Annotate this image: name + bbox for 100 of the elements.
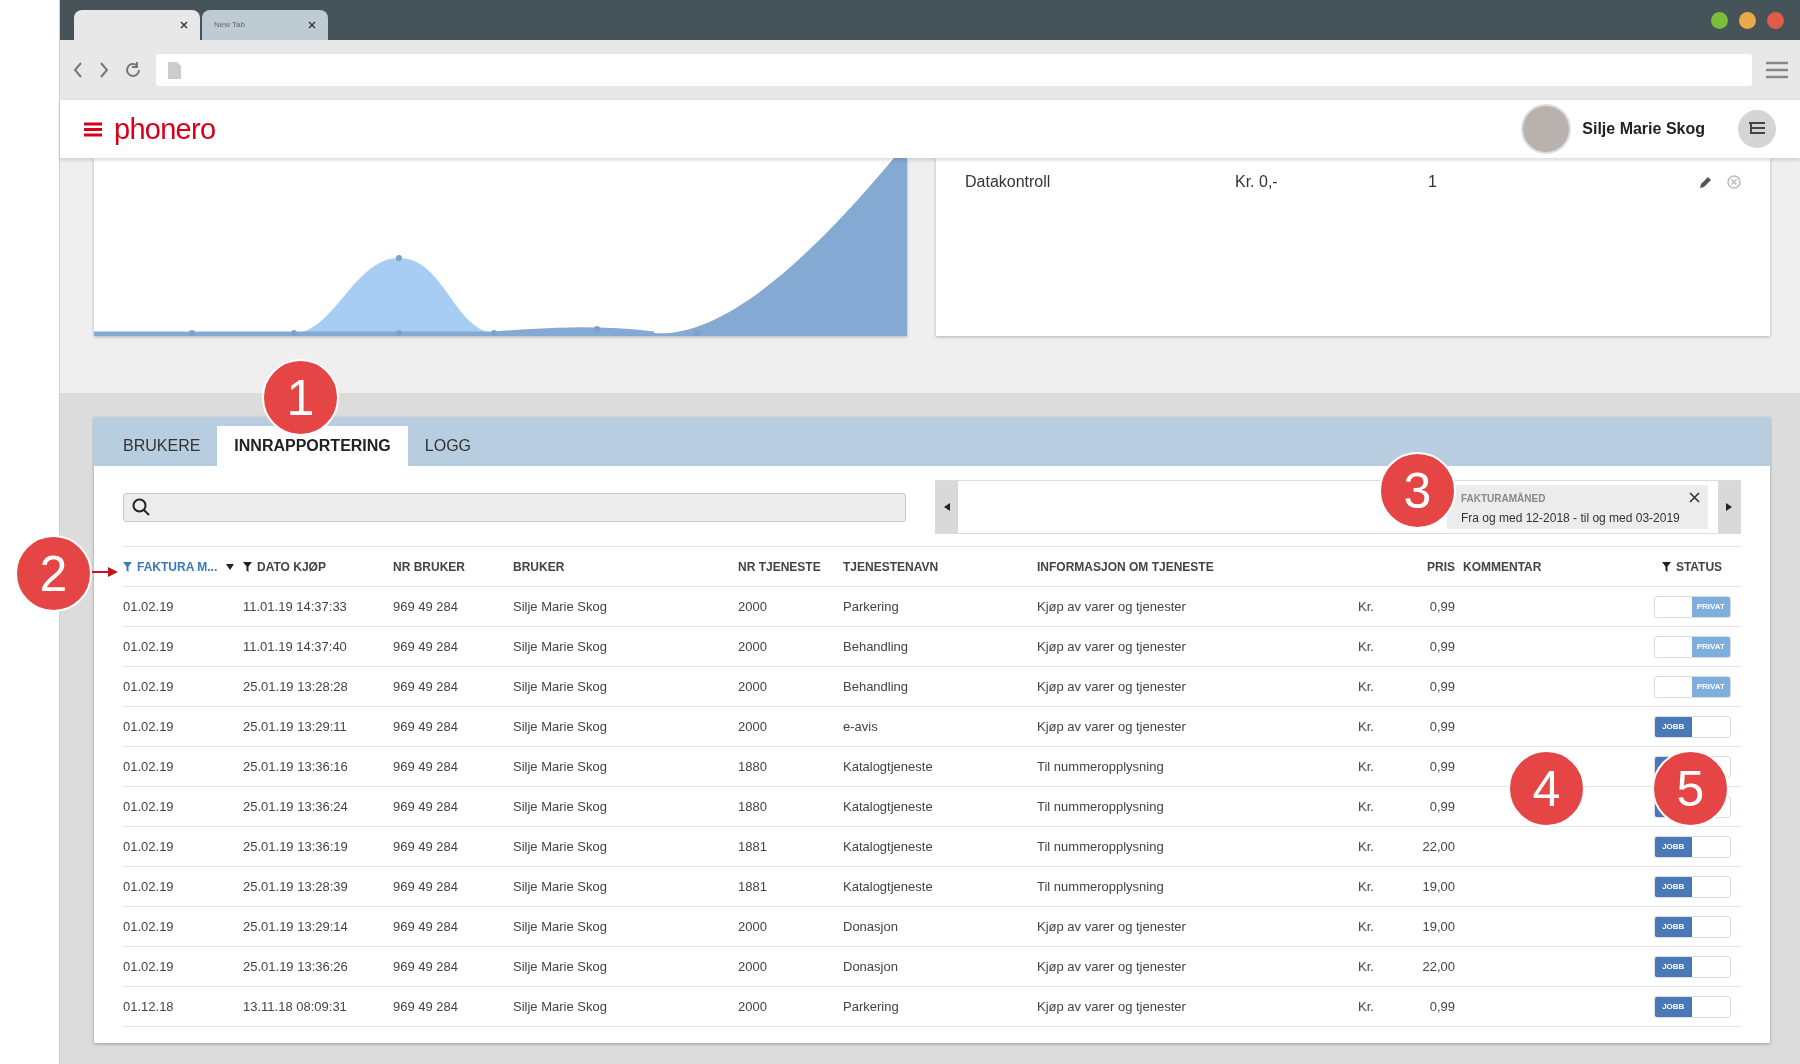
table-row[interactable]: 01.02.19 25.01.19 13:36:19 969 49 284 Silje Marie Skog 1881 Katalogtjeneste Til nummeropplysning Kr. 22,00 JOBB (123, 827, 1741, 867)
list-tree-icon (1748, 121, 1766, 137)
table-cell: Til nummeropplysning (1037, 798, 1164, 814)
filter-icon (1661, 561, 1671, 572)
price-cell: 22,00 (1422, 838, 1455, 854)
table-cell: Katalogtjeneste (843, 798, 933, 814)
table-cell: 2000 (738, 678, 767, 694)
table-row[interactable]: 01.02.19 25.01.19 13:29:11 969 49 284 Silje Marie Skog 2000 e-avis Kjøp av varer og tjenester Kr. 0,99 JOBB (123, 707, 1741, 747)
table-row[interactable]: 01.02.19 25.01.19 13:29:14 969 49 284 Silje Marie Skog 2000 Donasjon Kjøp av varer og tjenester Kr. 19,00 JOBB (123, 907, 1741, 947)
table-row[interactable]: 01.02.19 25.01.19 13:28:39 969 49 284 Silje Marie Skog 1881 Katalogtjeneste Til nummeropplysning Kr. 19,00 JOBB (123, 867, 1741, 907)
remove-icon[interactable] (1727, 175, 1741, 189)
table-cell: 2000 (738, 598, 767, 614)
price-cell: 0,99 (1429, 598, 1455, 614)
price-cell: 0,99 (1429, 758, 1455, 774)
column-header[interactable]: KOMMENTAR (1463, 557, 1542, 576)
scroll-left-button[interactable] (936, 481, 958, 533)
table-cell: Kjøp av varer og tjenester (1037, 958, 1186, 974)
currency-cell: Kr. (1358, 798, 1374, 814)
page-icon (168, 61, 181, 79)
search-field[interactable] (123, 492, 906, 522)
menu-icon[interactable] (84, 121, 102, 137)
table-cell: 01.02.19 (123, 638, 174, 654)
status-toggle[interactable]: JOBB (1653, 715, 1731, 738)
chip-value: Fra og med 12-2018 - til og med 03-2019 (1461, 510, 1681, 527)
table-row[interactable]: 01.02.19 25.01.19 13:36:26 969 49 284 Silje Marie Skog 2000 Donasjon Kjøp av varer og tjenester Kr. 22,00 JOBB (123, 947, 1741, 987)
table-cell: 11.01.19 14:37:33 (243, 598, 347, 614)
reload-icon[interactable] (124, 61, 142, 79)
caret-right-icon (1726, 503, 1732, 511)
table-cell: Silje Marie Skog (513, 678, 607, 694)
column-header[interactable]: NR TJENESTE (738, 557, 821, 576)
column-header[interactable]: DATO KJØP (243, 557, 326, 576)
table-cell: Til nummeropplysning (1037, 878, 1164, 894)
table-row[interactable]: 01.02.19 11.01.19 14:37:40 969 49 284 Silje Marie Skog 2000 Behandling Kjøp av varer og tjenester Kr. 0,99 PRIVAT (123, 627, 1741, 667)
column-header[interactable]: BRUKER (513, 557, 565, 576)
table-cell: 01.02.19 (123, 758, 174, 774)
status-toggle[interactable]: JOBB (1653, 955, 1731, 978)
table-cell: Kjøp av varer og tjenester (1037, 638, 1186, 654)
table-row[interactable]: 01.12.18 13.11.18 08:09:31 969 49 284 Silje Marie Skog 2000 Parkering Kjøp av varer og tjenester Kr. 0,99 JOBB (123, 987, 1741, 1027)
currency-cell: Kr. (1358, 678, 1374, 694)
service-price: Kr. 0,- (1235, 172, 1279, 192)
close-icon[interactable] (1689, 492, 1700, 503)
table-cell: 25.01.19 13:28:39 (243, 878, 348, 894)
column-header[interactable]: PRIS (1427, 557, 1455, 576)
status-label: JOBB (1662, 960, 1685, 973)
pencil-icon[interactable] (1699, 175, 1712, 189)
table-cell: 25.01.19 13:29:14 (243, 918, 348, 934)
table-cell: Behandling (843, 678, 909, 694)
table-cell: 969 49 284 (393, 678, 459, 694)
filter-icon (243, 561, 252, 572)
tree-view-button[interactable] (1738, 110, 1776, 148)
browser-tab[interactable]: New Tab (202, 10, 328, 40)
table-cell: 01.02.19 (123, 958, 174, 974)
filter-chip[interactable]: FAKTURAMÅNED Fra og med 12-2018 - til og med 03-2019 (1447, 485, 1708, 529)
currency-cell: Kr. (1358, 958, 1374, 974)
table-cell: Silje Marie Skog (513, 998, 607, 1014)
table-cell: Silje Marie Skog (513, 838, 607, 854)
table-cell: 01.02.19 (123, 918, 174, 934)
close-icon[interactable] (308, 21, 316, 29)
status-toggle[interactable]: JOBB (1653, 875, 1731, 898)
caret-left-icon (944, 503, 950, 511)
table-cell: 2000 (738, 998, 767, 1014)
table-cell: 969 49 284 (393, 958, 459, 974)
table-cell: 01.02.19 (123, 598, 174, 614)
table-cell: Kjøp av varer og tjenester (1037, 918, 1186, 934)
status-label: PRIVAT (1696, 680, 1725, 693)
user-name[interactable]: Silje Marie Skog (1582, 117, 1705, 141)
menu-icon[interactable] (1766, 61, 1788, 79)
table-cell: Katalogtjeneste (843, 838, 933, 854)
table-cell: Kjøp av varer og tjenester (1037, 718, 1186, 734)
column-header[interactable]: TJENESTENAVN (843, 557, 939, 576)
table-row[interactable]: 01.02.19 25.01.19 13:28:28 969 49 284 Silje Marie Skog 2000 Behandling Kjøp av varer og tjenester Kr. 0,99 PRIVAT (123, 667, 1741, 707)
status-toggle[interactable]: JOBB (1653, 915, 1731, 938)
table-cell: 01.02.19 (123, 718, 174, 734)
back-icon[interactable] (72, 61, 84, 79)
status-toggle[interactable]: JOBB (1653, 995, 1731, 1018)
table-cell: Silje Marie Skog (513, 958, 607, 974)
forward-icon[interactable] (98, 61, 110, 79)
column-header[interactable]: STATUS (1661, 557, 1723, 576)
table-row[interactable]: 01.02.19 11.01.19 14:37:33 969 49 284 Silje Marie Skog 2000 Parkering Kjøp av varer og tjenester Kr. 0,99 PRIVAT (123, 587, 1741, 627)
table-cell: 969 49 284 (393, 798, 459, 814)
status-label: PRIVAT (1696, 640, 1725, 653)
column-header[interactable]: NR BRUKER (393, 557, 465, 576)
price-cell: 0,99 (1429, 678, 1455, 694)
avatar[interactable] (1521, 104, 1572, 154)
table-cell: Parkering (843, 998, 899, 1014)
close-icon[interactable] (180, 21, 188, 29)
column-header[interactable]: INFORMASJON OM TJENESTE (1037, 557, 1214, 576)
service-name: Datakontroll (965, 172, 1052, 192)
scroll-right-button[interactable] (1718, 481, 1740, 533)
table-cell: 969 49 284 (393, 918, 459, 934)
column-header[interactable]: FAKTURA M... (123, 557, 235, 576)
status-toggle[interactable]: JOBB (1653, 835, 1731, 858)
table-cell: Parkering (843, 598, 899, 614)
panel-tab[interactable]: INNRAPPORTERING (217, 426, 408, 466)
panel-tab[interactable]: BRUKERE (106, 426, 218, 466)
table-cell: Silje Marie Skog (513, 758, 607, 774)
price-cell: 0,99 (1429, 798, 1455, 814)
table-cell: 1881 (738, 878, 767, 894)
address-field[interactable] (156, 54, 1752, 86)
panel-tab[interactable]: LOGG (407, 426, 489, 466)
